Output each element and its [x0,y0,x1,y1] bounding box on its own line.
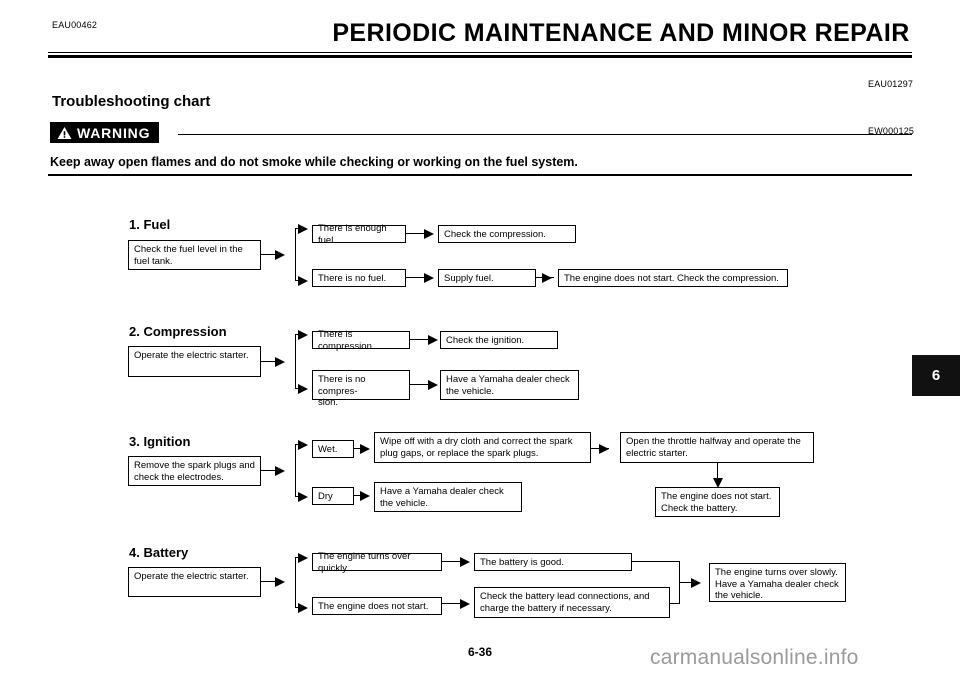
flow-title-ignition: 3. Ignition [129,434,191,449]
battery-arrow-3 [460,599,470,609]
ignition-arrow-top [298,440,308,450]
compression-branch-top-box: There is compression. [312,329,410,352]
warning-badge: WARNING [50,122,160,143]
page-title: PERIODIC MAINTENANCE AND MINOR REPAIR [332,19,910,47]
compression-arrow-1 [275,357,285,367]
fuel-start-box: Check the fuel level in the fuel tank. [128,240,261,270]
battery-top-result-box: The battery is good. [474,553,632,571]
ignition-arrow-4 [599,444,609,454]
compression-arrow-top [298,330,308,340]
compression-connector-1 [261,361,275,363]
battery-branch-bottom-box: The engine does not start. [312,597,442,615]
fuel-connector-2 [406,233,424,235]
section-title: Troubleshooting chart [52,93,211,110]
warning-triangle-icon [57,126,72,139]
compression-bottom-result-box: Have a Yamaha dealer check the vehicle. [440,370,579,400]
ignition-arrow-1 [275,466,285,476]
warning-label: WARNING [77,124,151,141]
ignition-top-result-box: Wipe off with a dry cloth and correct th… [374,432,591,463]
flow-title-compression: 2. Compression [129,324,227,339]
ignition-connector-1 [261,470,275,472]
fuel-arrow-1 [275,250,285,260]
battery-merge-connector [679,582,691,584]
battery-merge-arrow [691,578,701,588]
battery-start-box: Operate the electric starter. [128,567,261,597]
section-code: EAU01297 [868,79,914,89]
fuel-connector-3 [406,277,424,279]
fuel-arrow-4 [542,273,552,283]
compression-connector-2 [410,339,428,341]
ignition-arrow-bottom [298,492,308,502]
battery-connector-1 [261,581,275,583]
compression-arrow-3 [428,380,438,390]
header-divider-thick [48,55,912,58]
fuel-arrow-bottom [298,276,308,286]
battery-branch-bar [295,557,297,608]
fuel-top-result-box: Check the compression. [438,225,576,243]
battery-merged-result-box: The engine turns over slowly. Have a Yam… [709,563,846,602]
fuel-arrow-3 [424,273,434,283]
ignition-arrow-2 [360,444,370,454]
ignition-result3-box: The engine does not start. Check the bat… [655,487,780,517]
fuel-arrow-2 [424,229,434,239]
battery-merge-top [632,561,680,563]
compression-top-result-box: Check the ignition. [440,331,558,349]
ignition-bottom-result-box: Have a Yamaha dealer check the vehicle. [374,482,522,512]
fuel-branch-bottom-box: There is no fuel. [312,269,406,287]
battery-branch-top-box: The engine turns over quickly. [312,551,442,574]
warning-bottom-divider [48,174,912,176]
warning-code: EW000125 [868,126,915,136]
compression-start-box: Operate the electric starter. [128,346,261,377]
ignition-branch-top-box: Wet. [312,440,354,458]
manual-page: EAU00462 PERIODIC MAINTENANCE AND MINOR … [0,0,960,679]
battery-bottom-result-box: Check the battery lead connections, and … [474,587,670,618]
battery-arrow-1 [275,577,285,587]
ignition-branch-bar [295,444,297,497]
compression-connector-3 [410,384,428,386]
battery-connector-2 [442,561,460,563]
fuel-arrow-top [298,224,308,234]
battery-arrow-2 [460,557,470,567]
header-divider [48,52,912,58]
compression-arrow-bottom [298,384,308,394]
compression-branch-bar [295,334,297,389]
ignition-start-box: Remove the spark plugs and check the ele… [128,456,261,486]
battery-connector-3 [442,603,460,605]
ignition-arrow-3 [360,491,370,501]
chapter-tab: 6 [912,355,960,396]
compression-arrow-2 [428,335,438,345]
battery-arrow-bottom [298,603,308,613]
warning-text: Keep away open flames and do not smoke w… [50,155,578,169]
fuel-branch-top-box: There is enough fuel. [312,223,406,246]
compression-branch-bottom-box: There is no compres- sion. [312,370,410,408]
chapter-tab-number: 6 [931,367,941,384]
fuel-bottom-final-box: The engine does not start. Check the com… [558,269,788,287]
flow-title-fuel: 1. Fuel [129,217,171,232]
fuel-branch-bar [295,228,297,281]
flow-title-battery: 4. Battery [129,545,189,560]
ignition-result2-box: Open the throttle halfway and operate th… [620,432,814,463]
document-code: EAU00462 [52,20,98,30]
fuel-bottom-result-box: Supply fuel. [438,269,536,287]
fuel-connector-1 [261,254,275,256]
site-watermark: carmanualsonline.info [650,646,859,669]
battery-arrow-top [298,553,308,563]
ignition-branch-bottom-box: Dry [312,487,354,505]
warning-rule [178,134,912,135]
